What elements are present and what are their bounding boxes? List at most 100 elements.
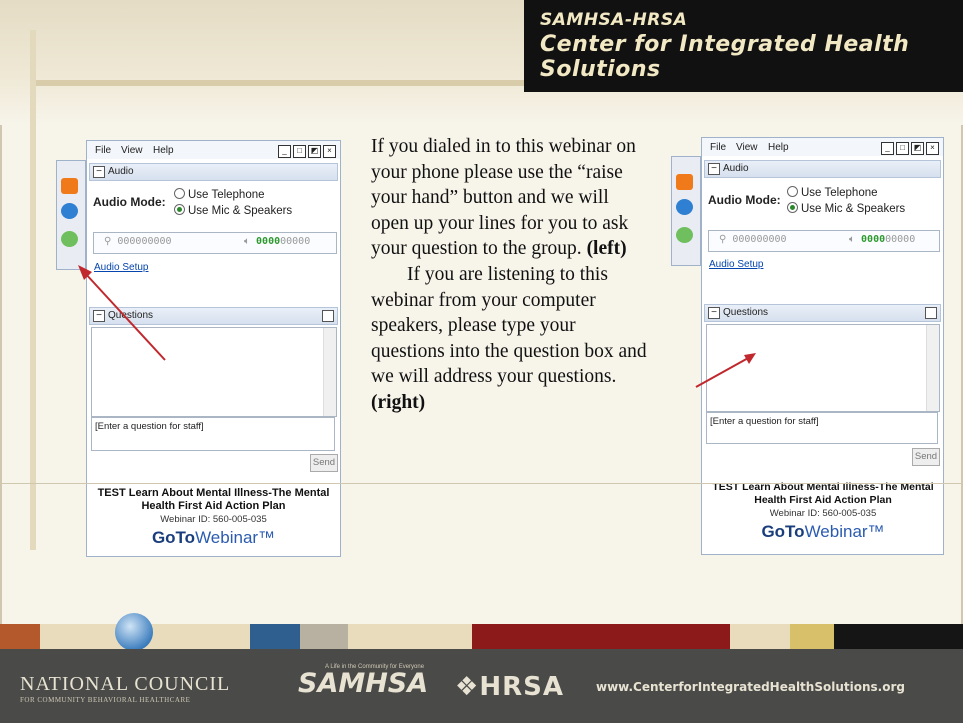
- webinar-title: TEST Learn About Mental Illness-The Ment…: [712, 481, 934, 506]
- questions-section-label: Questions: [723, 307, 769, 318]
- question-input[interactable]: [Enter a question for staff]: [706, 412, 938, 444]
- audio-meter: ⚲ 000000000 🔈︎ 000000000: [93, 232, 337, 254]
- instruction-paragraph-1: If you dialed in to this webinar on your…: [371, 134, 651, 262]
- close-icon[interactable]: ×: [323, 145, 336, 158]
- scrollbar[interactable]: [323, 328, 336, 416]
- raise-hand-orange-icon[interactable]: [61, 178, 78, 194]
- radio-mic-label: Use Mic & Speakers: [188, 205, 293, 217]
- left-pointer-arrow: [78, 265, 166, 361]
- hrsa-logo: ❖HRSA: [455, 672, 564, 702]
- radio-use-mic[interactable]: Use Mic & Speakers: [174, 204, 292, 217]
- instruction-paragraph-2: If you are listening to this webinar fro…: [371, 262, 651, 416]
- footer-bar-segment: [348, 624, 472, 649]
- radio-use-mic[interactable]: Use Mic & Speakers: [787, 202, 905, 215]
- mic-level: ⚲ 000000000: [719, 234, 787, 245]
- right-pointer-arrow: [695, 353, 756, 388]
- speaker-meter-on: 0000: [256, 236, 281, 247]
- instruction-right-tag: (right): [371, 391, 426, 413]
- restore-icon[interactable]: □: [896, 142, 909, 155]
- speaker-level: 🔈︎ 000000000: [849, 234, 916, 245]
- audio-section-label: Audio: [108, 166, 134, 177]
- radio-off-icon: [787, 186, 798, 197]
- questions-section-header[interactable]: − Questions: [704, 304, 941, 322]
- raise-hand-orange-icon[interactable]: [676, 174, 693, 190]
- audio-mode-label: Audio Mode:: [708, 193, 781, 207]
- menu-file[interactable]: File: [710, 142, 726, 153]
- audio-mode-label: Audio Mode:: [93, 195, 166, 209]
- left-side-toolbar: [56, 160, 86, 270]
- audio-section-label: Audio: [723, 163, 749, 174]
- brand-goto: GoTo: [151, 528, 196, 547]
- popout-icon[interactable]: [322, 310, 334, 322]
- footer-bar-segment: [250, 624, 300, 649]
- question-input[interactable]: [Enter a question for staff]: [91, 417, 335, 451]
- radio-telephone-label: Use Telephone: [801, 187, 878, 199]
- collapse-icon[interactable]: −: [708, 307, 720, 319]
- instruction-text: If you dialed in to this webinar on your…: [371, 134, 651, 416]
- menu-bar: File View Help _ □ ◩ ×: [87, 141, 340, 159]
- collapse-icon[interactable]: −: [93, 166, 105, 178]
- minimize-icon[interactable]: _: [278, 145, 291, 158]
- brand-webinar: Webinar™: [195, 528, 276, 547]
- popout-icon[interactable]: ◩: [308, 145, 321, 158]
- national-council-logo: NATIONAL COUNCIL: [20, 673, 231, 695]
- popout-icon[interactable]: ◩: [911, 142, 924, 155]
- audio-section-header[interactable]: − Audio: [704, 160, 941, 178]
- header-title-line1: SAMHSA-HRSA: [540, 10, 688, 30]
- speaker-meter-off: 00000: [885, 234, 916, 245]
- footer-bar-segment: [790, 624, 834, 649]
- screen-view-icon[interactable]: [61, 203, 78, 219]
- send-button[interactable]: Send: [912, 448, 940, 466]
- goto-webinar-logo: GoToWebinar™: [91, 528, 336, 548]
- screen-view-icon[interactable]: [676, 199, 693, 215]
- brand-webinar: Webinar™: [804, 522, 885, 541]
- audio-meter: ⚲ 000000000 🔈︎ 000000000: [708, 230, 940, 252]
- raise-hand-icon[interactable]: [61, 231, 78, 247]
- mic-level: ⚲ 000000000: [104, 236, 172, 247]
- instruction-text-2: If you are listening to this webinar fro…: [371, 263, 647, 388]
- raise-hand-icon[interactable]: [676, 227, 693, 243]
- website-url: www.CenterforIntegratedHealthSolutions.o…: [596, 680, 905, 694]
- horizontal-rule: [0, 483, 963, 484]
- webinar-id: Webinar ID: 560-005-035: [160, 514, 267, 525]
- restore-icon[interactable]: □: [293, 145, 306, 158]
- brand-goto: GoTo: [761, 522, 805, 541]
- radio-mic-label: Use Mic & Speakers: [801, 203, 906, 215]
- footer-bar-segment: [730, 624, 790, 649]
- footer-bar-segment: [472, 624, 730, 649]
- menu-file[interactable]: File: [95, 145, 111, 156]
- minimize-icon[interactable]: _: [881, 142, 894, 155]
- window-buttons: _ □ ◩ ×: [879, 141, 939, 155]
- speaker-level: 🔈︎ 000000000: [244, 236, 311, 247]
- radio-telephone-label: Use Telephone: [188, 189, 265, 201]
- menu-help[interactable]: Help: [768, 142, 789, 153]
- collapse-icon[interactable]: −: [708, 163, 720, 175]
- scrollbar[interactable]: [926, 325, 939, 411]
- decorative-vertical-rule: [30, 30, 36, 550]
- send-button[interactable]: Send: [310, 454, 338, 472]
- national-council-subtitle: FOR COMMUNITY BEHAVIORAL HEALTHCARE: [20, 696, 191, 704]
- speaker-meter-on: 0000: [861, 234, 886, 245]
- menu-view[interactable]: View: [121, 145, 143, 156]
- samhsa-logo: SAMHSA: [298, 668, 429, 699]
- footer-bar-segment: [834, 624, 963, 649]
- footer-bar-segment: [0, 624, 40, 649]
- radio-on-icon: [174, 204, 185, 215]
- right-side-toolbar: [671, 156, 701, 266]
- radio-use-telephone[interactable]: Use Telephone: [174, 188, 265, 201]
- menu-help[interactable]: Help: [153, 145, 174, 156]
- footer-bar-segment: [300, 624, 348, 649]
- speaker-meter-off: 00000: [280, 236, 311, 247]
- audio-setup-link[interactable]: Audio Setup: [709, 259, 764, 270]
- webinar-title: TEST Learn About Mental Illness-The Ment…: [97, 487, 330, 512]
- radio-off-icon: [174, 188, 185, 199]
- globe-icon: [115, 613, 153, 651]
- popout-icon[interactable]: [925, 307, 937, 319]
- close-icon[interactable]: ×: [926, 142, 939, 155]
- audio-section-header[interactable]: − Audio: [89, 163, 338, 181]
- radio-use-telephone[interactable]: Use Telephone: [787, 186, 878, 199]
- webinar-id: Webinar ID: 560-005-035: [769, 508, 877, 519]
- radio-on-icon: [787, 202, 798, 213]
- menu-view[interactable]: View: [736, 142, 758, 153]
- header-title-line2: Center for Integrated Health Solutions: [540, 32, 910, 82]
